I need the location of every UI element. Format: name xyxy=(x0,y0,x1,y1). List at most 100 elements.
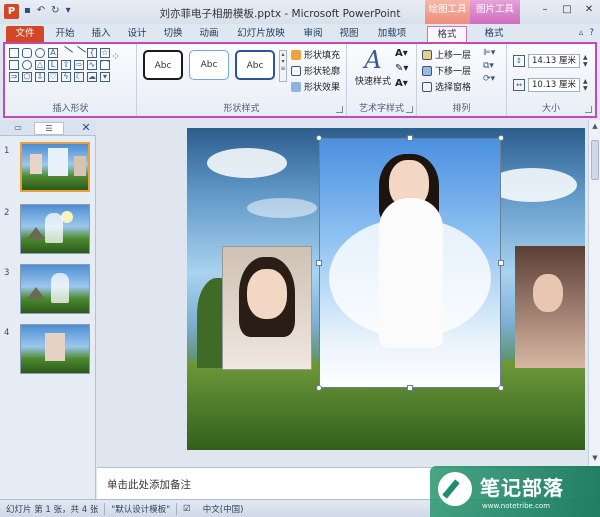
spell-check-icon[interactable]: ☑ xyxy=(177,504,197,514)
tab-file[interactable]: 文件 xyxy=(6,26,44,42)
tab-insert[interactable]: 插入 xyxy=(88,26,114,42)
star-shape-icon[interactable]: ☆ xyxy=(100,48,110,58)
lightning-shape-icon[interactable]: ϟ xyxy=(61,72,71,82)
resize-handle[interactable] xyxy=(316,260,322,266)
scroll-up-icon[interactable]: ▲ xyxy=(589,122,600,130)
slide-canvas[interactable] xyxy=(187,128,585,450)
tab-outline-view-icon[interactable]: ☰ xyxy=(34,122,64,135)
ribbon: A { ☆ △ L ⇧ ⇨ ∿ ⌒ ⇒ ⬠ ⇩ ♡ ϟ ☾ ☁ ▾ ⁘ 插入形状… xyxy=(3,42,597,118)
tab-view[interactable]: 视图 xyxy=(336,26,362,42)
right-arrow-block-icon[interactable]: ⇒ xyxy=(9,72,19,82)
scroll-down-icon[interactable]: ▼ xyxy=(589,454,600,462)
bring-forward-button[interactable]: 上移一层 xyxy=(422,48,471,61)
text-effects-icon[interactable]: A▾ xyxy=(395,78,408,89)
line-shape-icon[interactable] xyxy=(59,46,73,60)
group-label-shape-styles: 形状样式 xyxy=(223,104,260,114)
tab-home[interactable]: 开始 xyxy=(52,26,78,42)
tab-addins[interactable]: 加载项 xyxy=(372,26,412,42)
pentagon-shape-icon[interactable]: ⬠ xyxy=(22,72,32,82)
slide-thumbnail-1[interactable] xyxy=(20,142,90,192)
dialog-launcher-icon[interactable] xyxy=(336,106,343,113)
square-shape-icon[interactable] xyxy=(9,60,19,70)
resize-handle[interactable] xyxy=(407,385,413,391)
rectangle-shape-icon[interactable] xyxy=(9,48,19,58)
shapes-gallery[interactable]: A { ☆ △ L ⇧ ⇨ ∿ ⌒ ⇒ ⬠ ⇩ ♡ ϟ ☾ ☁ ▾ xyxy=(9,46,110,82)
tab-design[interactable]: 设计 xyxy=(124,26,150,42)
curve-shape-icon[interactable]: ∿ xyxy=(87,60,97,70)
dialog-launcher-icon[interactable] xyxy=(406,106,413,113)
cloud-shape-icon[interactable]: ☁ xyxy=(87,72,97,82)
close-icon[interactable]: ✕ xyxy=(582,4,596,16)
tab-slideshow[interactable]: 幻灯片放映 xyxy=(232,26,290,42)
shape-fill-button[interactable]: 形状填充 xyxy=(291,48,340,61)
redo-icon[interactable]: ↻ xyxy=(51,5,59,16)
shape-outline-button[interactable]: 形状轮廓 xyxy=(291,64,340,77)
selection-pane-label: 选择窗格 xyxy=(435,83,472,93)
slide-thumbnail-4[interactable] xyxy=(20,324,90,374)
panel-close-icon[interactable]: ✕ xyxy=(80,122,92,135)
circle-shape-icon[interactable] xyxy=(22,60,32,70)
width-icon: ↔ xyxy=(513,79,525,91)
height-spinner-icon[interactable]: ▲ ▼ xyxy=(583,54,588,68)
edit-shape-icon[interactable]: ⁘ xyxy=(111,50,129,63)
arrow-line-shape-icon[interactable] xyxy=(72,46,86,60)
heart-shape-icon[interactable]: ♡ xyxy=(48,72,58,82)
quick-styles-button[interactable]: A 快速样式 xyxy=(353,46,393,87)
rotate-icon[interactable]: ⟳▾ xyxy=(483,74,495,84)
width-spinner-icon[interactable]: ▲ ▼ xyxy=(583,78,588,92)
lshape-shape-icon[interactable]: L xyxy=(48,60,58,70)
send-backward-button[interactable]: 下移一层 xyxy=(422,64,471,77)
ribbon-collapse-icon[interactable]: ▵ xyxy=(579,28,584,38)
language-status[interactable]: 中文(中国) xyxy=(197,503,250,515)
down-arrow-block-icon[interactable]: ⇩ xyxy=(35,72,45,82)
resize-handle[interactable] xyxy=(498,135,504,141)
brace-shape-icon[interactable]: { xyxy=(87,48,97,58)
resize-handle[interactable] xyxy=(498,385,504,391)
selection-pane-button[interactable]: 选择窗格 xyxy=(422,80,471,93)
text-outline-icon[interactable]: ✎▾ xyxy=(395,63,408,74)
help-icon[interactable]: ? xyxy=(589,28,594,38)
resize-handle[interactable] xyxy=(316,385,322,391)
slide-thumbnail-3[interactable] xyxy=(20,264,90,314)
minimize-icon[interactable]: – xyxy=(538,4,552,16)
photo-portrait-right[interactable] xyxy=(515,246,585,368)
vertical-scrollbar[interactable]: ▲ ▼ xyxy=(588,120,600,467)
textbox-shape-icon[interactable]: A xyxy=(48,48,58,58)
dialog-launcher-icon[interactable] xyxy=(585,106,592,113)
shape-style-3[interactable]: Abc xyxy=(235,50,275,80)
resize-handle[interactable] xyxy=(407,135,413,141)
tab-review[interactable]: 审阅 xyxy=(300,26,326,42)
tab-transitions[interactable]: 切换 xyxy=(160,26,186,42)
tab-format-picture[interactable]: 格式 xyxy=(474,26,514,42)
slide-thumbnail-2[interactable] xyxy=(20,204,90,254)
save-icon[interactable]: ▪ xyxy=(24,5,31,16)
shape-style-1[interactable]: Abc xyxy=(143,50,183,80)
photo-portrait-left[interactable] xyxy=(222,246,312,370)
triangle-shape-icon[interactable]: △ xyxy=(35,60,45,70)
tab-animations[interactable]: 动画 xyxy=(196,26,222,42)
more-shapes-icon[interactable]: ▾ xyxy=(100,72,110,82)
resize-handle[interactable] xyxy=(316,135,322,141)
arrow-up-shape-icon[interactable]: ⇧ xyxy=(61,60,71,70)
resize-handle[interactable] xyxy=(498,260,504,266)
undo-icon[interactable]: ↶ xyxy=(37,5,45,16)
qat-dropdown-icon[interactable]: ▾ xyxy=(66,5,71,16)
width-input[interactable]: 10.13 厘米 xyxy=(528,78,580,92)
moon-shape-icon[interactable]: ☾ xyxy=(74,72,84,82)
arrow-right-shape-icon[interactable]: ⇨ xyxy=(74,60,84,70)
maximize-icon[interactable]: □ xyxy=(560,4,574,16)
tab-format-drawing[interactable]: 格式 xyxy=(427,26,467,42)
group-icon[interactable]: ⧉▾ xyxy=(483,61,495,71)
align-icon[interactable]: ⊫▾ xyxy=(483,48,495,58)
scroll-thumb[interactable] xyxy=(591,140,599,180)
slide-editor: ▲ ▼ xyxy=(97,120,600,467)
height-input[interactable]: 14.13 厘米 xyxy=(528,54,580,68)
tab-slides-view-icon[interactable]: ▭ xyxy=(4,122,32,135)
text-fill-icon[interactable]: A▾ xyxy=(395,48,408,59)
shape-effects-button[interactable]: 形状效果 xyxy=(291,80,340,93)
rounded-rect-shape-icon[interactable] xyxy=(22,48,32,58)
gallery-scroll-icon[interactable]: ▴ ▾ ≡ xyxy=(279,50,287,82)
freeform-shape-icon[interactable]: ⌒ xyxy=(100,60,110,70)
oval-shape-icon[interactable] xyxy=(35,48,45,58)
shape-style-2[interactable]: Abc xyxy=(189,50,229,80)
